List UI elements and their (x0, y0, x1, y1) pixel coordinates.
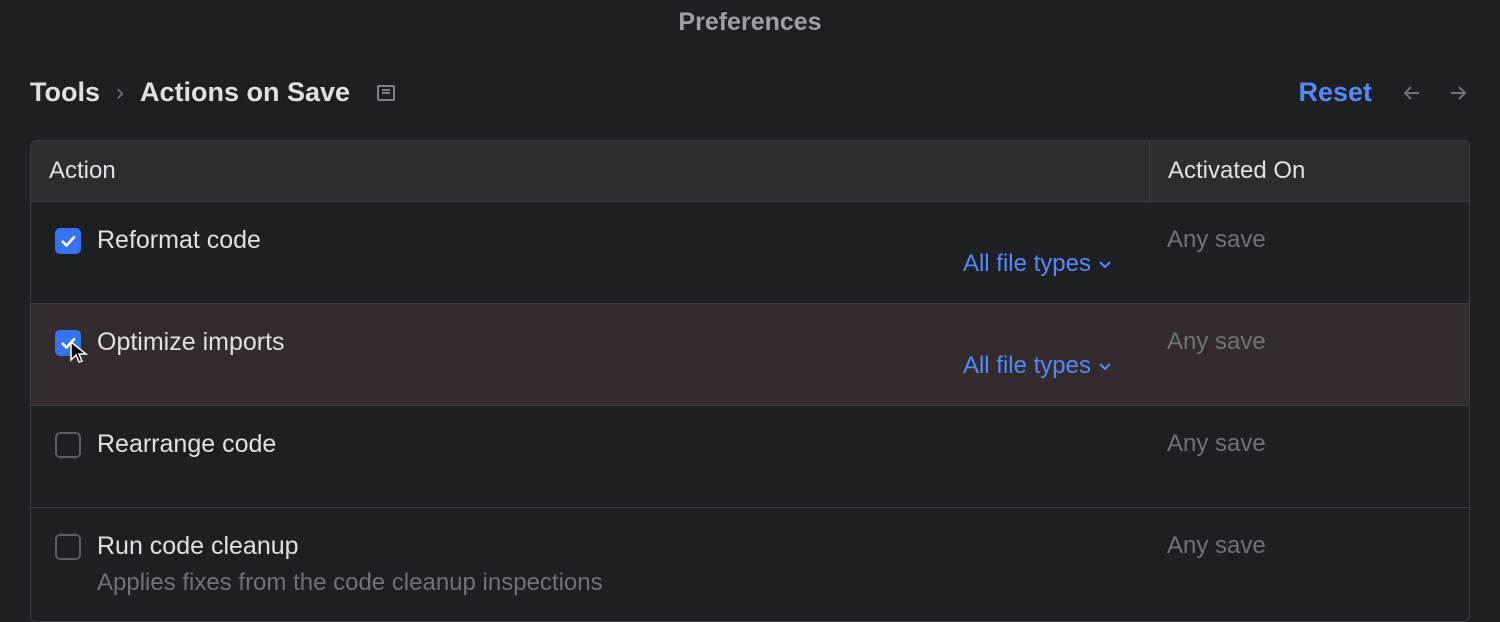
activated-value: Any save (1149, 406, 1469, 482)
window-title: Preferences (0, 0, 1500, 45)
row-label: Rearrange code (97, 430, 276, 459)
breadcrumb-current: Actions on Save (140, 77, 350, 108)
header-actions: Reset (1298, 77, 1470, 108)
activated-value: Any save (1149, 508, 1469, 584)
row-label: Reformat code (97, 226, 261, 255)
filetype-label: All file types (963, 352, 1091, 380)
row-label: Optimize imports (97, 328, 285, 357)
column-header-action[interactable]: Action (31, 141, 1149, 201)
actions-table: Action Activated On Reformat code All fi… (30, 140, 1470, 622)
table-header: Action Activated On (31, 141, 1469, 202)
chevron-down-icon (1097, 256, 1113, 272)
table-row[interactable]: Reformat code All file types Any save (31, 202, 1469, 304)
filetype-label: All file types (963, 250, 1091, 278)
breadcrumb: Tools › Actions on Save (30, 77, 396, 108)
reset-button[interactable]: Reset (1298, 77, 1372, 108)
breadcrumb-parent[interactable]: Tools (30, 77, 100, 108)
nav-forward-button[interactable] (1446, 81, 1470, 105)
chevron-down-icon (1097, 358, 1113, 374)
table-row[interactable]: Rearrange code Any save (31, 406, 1469, 508)
checkbox[interactable] (55, 432, 81, 458)
settings-page-icon (376, 84, 396, 102)
activated-value: Any save (1149, 202, 1469, 278)
activated-value: Any save (1149, 304, 1469, 380)
chevron-right-icon: › (116, 79, 124, 107)
table-row[interactable]: Optimize imports All file types Any save (31, 304, 1469, 406)
checkbox[interactable] (55, 534, 81, 560)
row-sublabel: Applies fixes from the code cleanup insp… (97, 569, 603, 597)
table-row[interactable]: Run code cleanup Applies fixes from the … (31, 508, 1469, 621)
row-label: Run code cleanup (97, 532, 603, 561)
header-row: Tools › Actions on Save Reset (0, 45, 1500, 140)
column-header-activated[interactable]: Activated On (1149, 141, 1469, 201)
filetype-dropdown[interactable]: All file types (963, 352, 1113, 380)
filetype-dropdown[interactable]: All file types (963, 250, 1113, 278)
checkbox[interactable] (55, 228, 81, 254)
nav-back-button[interactable] (1400, 81, 1424, 105)
checkbox[interactable] (55, 330, 81, 356)
